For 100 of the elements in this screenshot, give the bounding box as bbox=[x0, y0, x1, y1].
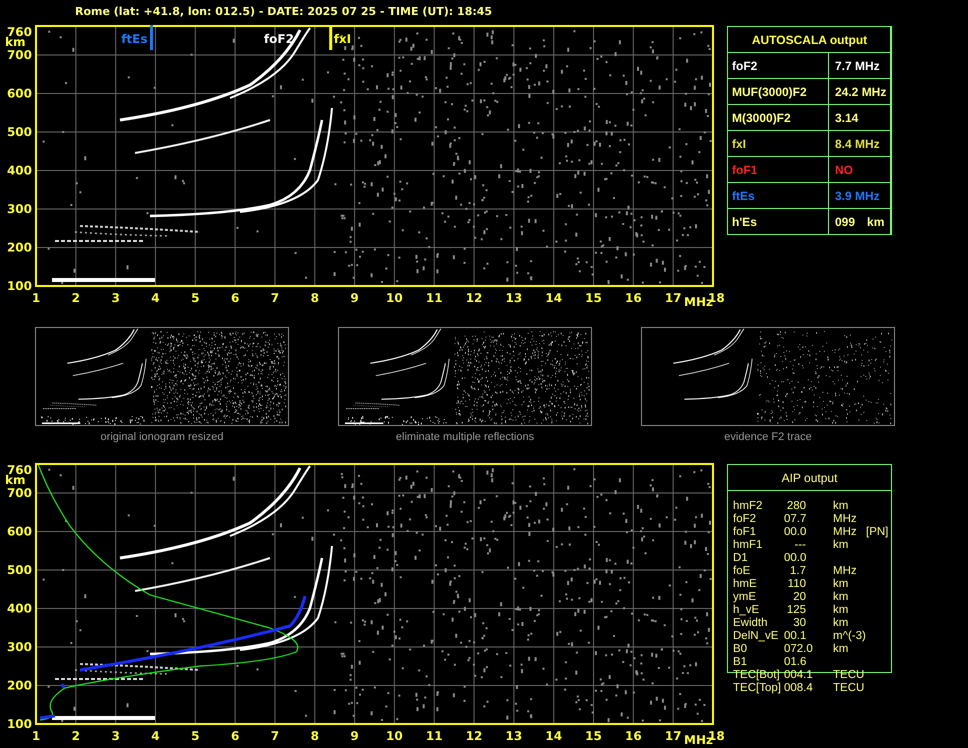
unit-label: km bbox=[833, 500, 848, 512]
table-title: AIP output bbox=[728, 465, 891, 491]
parameter-label: ftEs bbox=[732, 188, 755, 202]
thumbnail-caption: evidence F2 trace bbox=[724, 430, 812, 445]
axis-tick-label: 16 bbox=[625, 291, 642, 305]
parameter-label: foF1 bbox=[733, 526, 756, 538]
parameter-value: 00.1 bbox=[784, 630, 806, 642]
axis-tick-label: 600 bbox=[6, 86, 32, 100]
parameter-value: 3.9 MHz bbox=[835, 188, 880, 202]
unit-label: km bbox=[833, 591, 848, 603]
axis-tick-label: 200 bbox=[6, 678, 32, 692]
parameter-value: 099 bbox=[835, 214, 856, 228]
axis-tick-label: 7 bbox=[270, 291, 280, 305]
parameter-value: NO bbox=[835, 162, 853, 176]
parameter-value: 7.7 MHz bbox=[835, 58, 880, 72]
axis-tick-label: 500 bbox=[6, 125, 32, 139]
table-title: AUTOSCALA output bbox=[728, 27, 891, 53]
unit-label: km bbox=[833, 617, 848, 629]
parameter-label: Ewidth bbox=[733, 617, 768, 629]
axis-tick-label: 11 bbox=[426, 291, 443, 305]
marker-label: fxI bbox=[334, 32, 352, 46]
axis-tick-label: 8 bbox=[310, 729, 319, 743]
parameter-value: 20 bbox=[793, 591, 806, 603]
axis-tick-label: 400 bbox=[6, 164, 32, 178]
page-title: Rome (lat: +41.8, lon: 012.5) - DATE: 2025 07 25 - TIME (UT): 18:45 bbox=[75, 5, 492, 18]
axis-tick-label: 4 bbox=[151, 729, 160, 743]
axis-tick-label: 14 bbox=[545, 291, 562, 305]
parameter-value: 110 bbox=[788, 578, 806, 590]
parameter-value: 07.7 bbox=[784, 513, 806, 525]
axis-tick-label: 100 bbox=[6, 279, 32, 293]
axis-tick-label: 4 bbox=[151, 291, 160, 305]
parameter-value: 280 bbox=[786, 500, 806, 512]
parameter-label: DelN_vE bbox=[733, 630, 778, 642]
parameter-label: foE bbox=[733, 565, 750, 577]
unit-label: TECU bbox=[833, 682, 864, 694]
parameter-value: 008.4 bbox=[784, 682, 813, 694]
axis-tick-label: 15 bbox=[585, 291, 602, 305]
axis-tick-label: 6 bbox=[230, 729, 240, 743]
marker-label: foF2 bbox=[264, 32, 294, 46]
parameter-value: 3.14 bbox=[835, 110, 858, 124]
parameter-value: 01.6 bbox=[784, 656, 806, 668]
axis-tick-label: 200 bbox=[6, 240, 32, 254]
parameter-value: 1.7 bbox=[790, 565, 806, 577]
flag-label: [PN] bbox=[866, 526, 888, 538]
axis-tick-label: 300 bbox=[6, 202, 32, 216]
parameter-label: foF1 bbox=[732, 162, 758, 176]
parameter-label: hmE bbox=[733, 578, 757, 590]
unit-label: km bbox=[833, 604, 848, 616]
parameter-label: B1 bbox=[733, 656, 748, 668]
axis-tick-label: 17 bbox=[664, 729, 682, 743]
axis-tick-label: 3 bbox=[111, 291, 120, 305]
parameter-label: ymE bbox=[733, 591, 756, 603]
axis-tick-label: 2 bbox=[72, 729, 80, 743]
parameter-value: --- bbox=[794, 539, 806, 551]
parameter-label: foF2 bbox=[733, 513, 756, 525]
parameter-value: 24.2 MHz bbox=[835, 84, 886, 98]
axis-tick-label: 500 bbox=[6, 563, 32, 577]
parameter-value: 8.4 MHz bbox=[835, 136, 880, 150]
unit-label: km bbox=[867, 214, 884, 228]
parameter-value: 30 bbox=[793, 617, 806, 629]
parameter-label: B0 bbox=[733, 643, 748, 655]
parameter-label: foF2 bbox=[732, 58, 758, 72]
unit-label: m^(-3) bbox=[833, 630, 866, 642]
axis-tick-label: 8 bbox=[310, 291, 319, 305]
axis-tick-label: 1 bbox=[32, 291, 40, 305]
parameter-label: hmF2 bbox=[733, 500, 762, 512]
axis-tick-label: 9 bbox=[350, 291, 359, 305]
unit-label: MHz bbox=[833, 513, 857, 525]
unit-label: km bbox=[833, 578, 848, 590]
unit-label: km bbox=[833, 539, 848, 551]
parameter-value: 00.0 bbox=[784, 552, 806, 564]
parameter-label: TEC[Top] bbox=[733, 682, 781, 694]
axis-unit-label: km bbox=[5, 35, 26, 49]
parameter-label: fxI bbox=[732, 136, 746, 150]
axis-tick-label: 10 bbox=[386, 729, 403, 743]
axis-tick-label: 10 bbox=[386, 291, 403, 305]
axis-tick-label: 300 bbox=[6, 640, 32, 654]
axis-tick-label: 17 bbox=[664, 291, 682, 305]
axis-tick-label: 9 bbox=[350, 729, 359, 743]
unit-label: MHz bbox=[833, 565, 857, 577]
axis-tick-label: 600 bbox=[6, 524, 32, 538]
axis-tick-label: 5 bbox=[191, 729, 200, 743]
marker-line bbox=[150, 25, 153, 50]
marker-label: ftEs bbox=[121, 32, 148, 46]
axis-tick-label: 100 bbox=[6, 717, 32, 731]
axis-tick-label: 15 bbox=[585, 729, 602, 743]
axis-tick-label: 5 bbox=[191, 291, 200, 305]
parameter-value: 072.0 bbox=[784, 643, 813, 655]
axis-tick-label: 3 bbox=[111, 729, 120, 743]
axis-tick-label: 7 bbox=[270, 729, 280, 743]
axis-tick-label: 14 bbox=[545, 729, 562, 743]
parameter-value: 00.0 bbox=[784, 526, 806, 538]
parameter-label: h'Es bbox=[732, 214, 757, 228]
unit-label: MHz bbox=[833, 526, 857, 538]
axis-tick-label: 12 bbox=[466, 729, 482, 743]
marker-line bbox=[329, 25, 332, 50]
parameter-label: hmF1 bbox=[733, 539, 762, 551]
parameter-value: 125 bbox=[786, 604, 806, 616]
axis-tick-label: 11 bbox=[426, 729, 443, 743]
thumbnail-caption: eliminate multiple reflections bbox=[396, 430, 534, 445]
